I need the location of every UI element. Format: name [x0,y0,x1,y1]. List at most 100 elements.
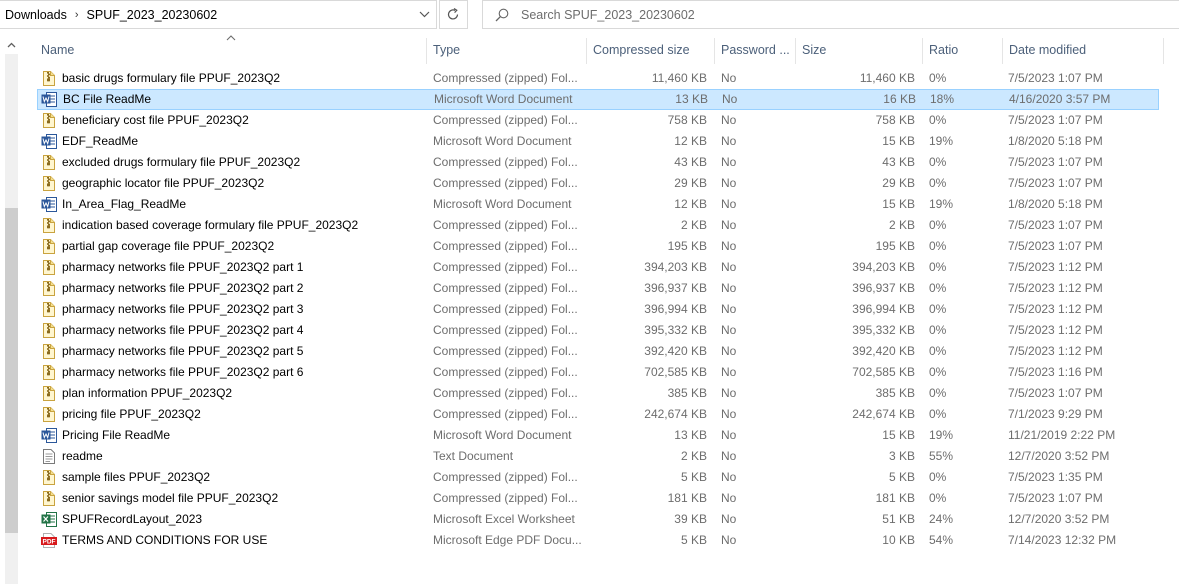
file-row[interactable]: pharmacy networks file PPUF_2023Q2 part … [37,257,1159,278]
zip-folder-icon [41,238,57,255]
file-size: 394,203 KB [852,260,915,274]
breadcrumb-current-folder[interactable]: SPUF_2023_20230602 [87,8,218,22]
file-row[interactable]: indication based coverage formulary file… [37,215,1159,236]
file-date-modified: 7/5/2023 1:16 PM [1008,365,1103,379]
file-row[interactable]: pharmacy networks file PPUF_2023Q2 part … [37,299,1159,320]
file-type: Microsoft Excel Worksheet [433,512,575,526]
file-password-protected: No [721,260,737,274]
column-header-type[interactable]: Type [427,38,586,64]
file-date-modified: 7/5/2023 1:07 PM [1008,71,1103,85]
file-date-modified: 7/5/2023 1:07 PM [1008,386,1103,400]
zip-folder-icon [41,280,57,297]
file-row[interactable]: senior savings model file PPUF_2023Q2 Com… [37,488,1159,509]
file-row[interactable]: beneficiary cost file PPUF_2023Q2 Compres… [37,110,1159,131]
file-compressed-size: 11,460 KB [651,71,707,85]
file-password-protected: No [721,197,737,211]
column-divider[interactable] [1163,38,1164,64]
file-name: EDF_ReadMe [62,134,139,148]
address-bar[interactable]: Downloads › SPUF_2023_20230602 [0,0,437,29]
file-type: Compressed (zipped) Fol... [433,470,578,484]
file-type: Microsoft Word Document [433,197,572,211]
file-ratio: 54% [929,533,954,547]
column-header-row: Name Type Compressed size Password ... S… [0,35,1179,64]
file-row[interactable]: pharmacy networks file PPUF_2023Q2 part … [37,362,1159,383]
file-row[interactable]: pharmacy networks file PPUF_2023Q2 part … [37,341,1159,362]
file-row[interactable]: Pricing File ReadMe Microsoft Word Docume… [37,425,1159,446]
file-name: plan information PPUF_2023Q2 [62,386,233,400]
file-type: Compressed (zipped) Fol... [433,302,578,316]
file-date-modified: 7/5/2023 1:12 PM [1008,302,1103,316]
file-row[interactable]: readme Text Document 2 KB No 3 KB 55% 12/7/202… [37,446,1159,467]
column-header-name[interactable]: Name [35,38,425,64]
file-password-protected: No [721,281,737,295]
file-row[interactable]: BC File ReadMe Microsoft Word Document 13 … [37,89,1159,110]
file-row[interactable]: geographic locator file PPUF_2023Q2 Compr… [37,173,1159,194]
file-row[interactable]: pharmacy networks file PPUF_2023Q2 part … [37,320,1159,341]
file-row[interactable]: plan information PPUF_2023Q2 Compressed (… [37,383,1159,404]
search-input[interactable]: Search SPUF_2023_20230602 [521,8,695,22]
file-ratio: 0% [929,71,947,85]
file-row[interactable]: In_Area_Flag_ReadMe Microsoft Word Docume… [37,194,1159,215]
file-ratio: 24% [929,512,954,526]
file-size: 3 KB [888,449,915,463]
file-type: Compressed (zipped) Fol... [433,365,578,379]
file-name: pharmacy networks file PPUF_2023Q2 part … [62,323,304,337]
file-date-modified: 7/5/2023 1:07 PM [1008,176,1103,190]
file-compressed-size: 195 KB [667,239,707,253]
vertical-scrollbar[interactable] [0,38,20,584]
file-row[interactable]: pharmacy networks file PPUF_2023Q2 part … [37,278,1159,299]
refresh-button[interactable] [439,0,468,29]
file-name: pharmacy networks file PPUF_2023Q2 part … [62,344,304,358]
file-row[interactable]: basic drugs formulary file PPUF_2023Q2 Co… [37,68,1159,89]
address-history-dropdown[interactable] [412,1,436,28]
column-header-ratio[interactable]: Ratio [923,38,1002,64]
file-size: 15 KB [882,428,915,442]
file-ratio: 19% [929,428,954,442]
file-name: TERMS AND CONDITIONS FOR USE [62,533,268,547]
file-type: Compressed (zipped) Fol... [433,260,578,274]
scroll-thumb[interactable] [5,208,18,533]
file-type: Compressed (zipped) Fol... [433,113,578,127]
file-name: pharmacy networks file PPUF_2023Q2 part … [62,302,304,316]
breadcrumb-downloads[interactable]: Downloads [0,8,67,22]
file-row[interactable]: partial gap coverage file PPUF_2023Q2 Com… [37,236,1159,257]
file-name: pharmacy networks file PPUF_2023Q2 part … [62,260,304,274]
file-name: indication based coverage formulary file… [62,218,359,232]
file-compressed-size: 395,332 KB [644,323,707,337]
file-row[interactable]: PDF TERMS AND CONDITIONS FOR USE Microsoft… [37,530,1159,551]
file-size: 15 KB [882,134,915,148]
file-row[interactable]: SPUFRecordLayout_2023 Microsoft Excel Wor… [37,509,1159,530]
file-row[interactable]: pricing file PPUF_2023Q2 Compressed (zipp… [37,404,1159,425]
file-ratio: 0% [929,239,947,253]
column-header-date-modified[interactable]: Date modified [1003,38,1163,64]
file-name: partial gap coverage file PPUF_2023Q2 [62,239,275,253]
file-ratio: 0% [929,281,947,295]
file-type: Microsoft Word Document [433,428,572,442]
search-box[interactable]: Search SPUF_2023_20230602 [482,0,1179,29]
zip-folder-icon [41,112,57,129]
file-size: 395,332 KB [852,323,915,337]
file-type: Microsoft Word Document [434,92,573,106]
file-row[interactable]: sample files PPUF_2023Q2 Compressed (zipp… [37,467,1159,488]
file-compressed-size: 12 KB [674,197,707,211]
file-size: 11,460 KB [859,71,915,85]
column-header-compressed-size[interactable]: Compressed size [587,38,714,64]
breadcrumb-separator[interactable]: › [75,9,79,21]
file-ratio: 0% [929,260,947,274]
file-size: 16 KB [883,92,916,106]
file-size: 5 KB [888,470,915,484]
file-ratio: 0% [929,155,947,169]
column-header-size[interactable]: Size [796,38,922,64]
file-password-protected: No [721,218,737,232]
file-row[interactable]: excluded drugs formulary file PPUF_2023Q… [37,152,1159,173]
file-name: senior savings model file PPUF_2023Q2 [62,491,279,505]
file-password-protected: No [721,386,737,400]
zip-folder-icon [41,175,57,192]
zip-folder-icon [41,217,57,234]
file-row[interactable]: EDF_ReadMe Microsoft Word Document 12 KB No… [37,131,1159,152]
file-password-protected: No [721,239,737,253]
column-header-password[interactable]: Password ... [715,38,795,64]
file-size: 195 KB [875,239,915,253]
file-date-modified: 7/5/2023 1:12 PM [1008,344,1103,358]
file-type: Compressed (zipped) Fol... [433,281,578,295]
